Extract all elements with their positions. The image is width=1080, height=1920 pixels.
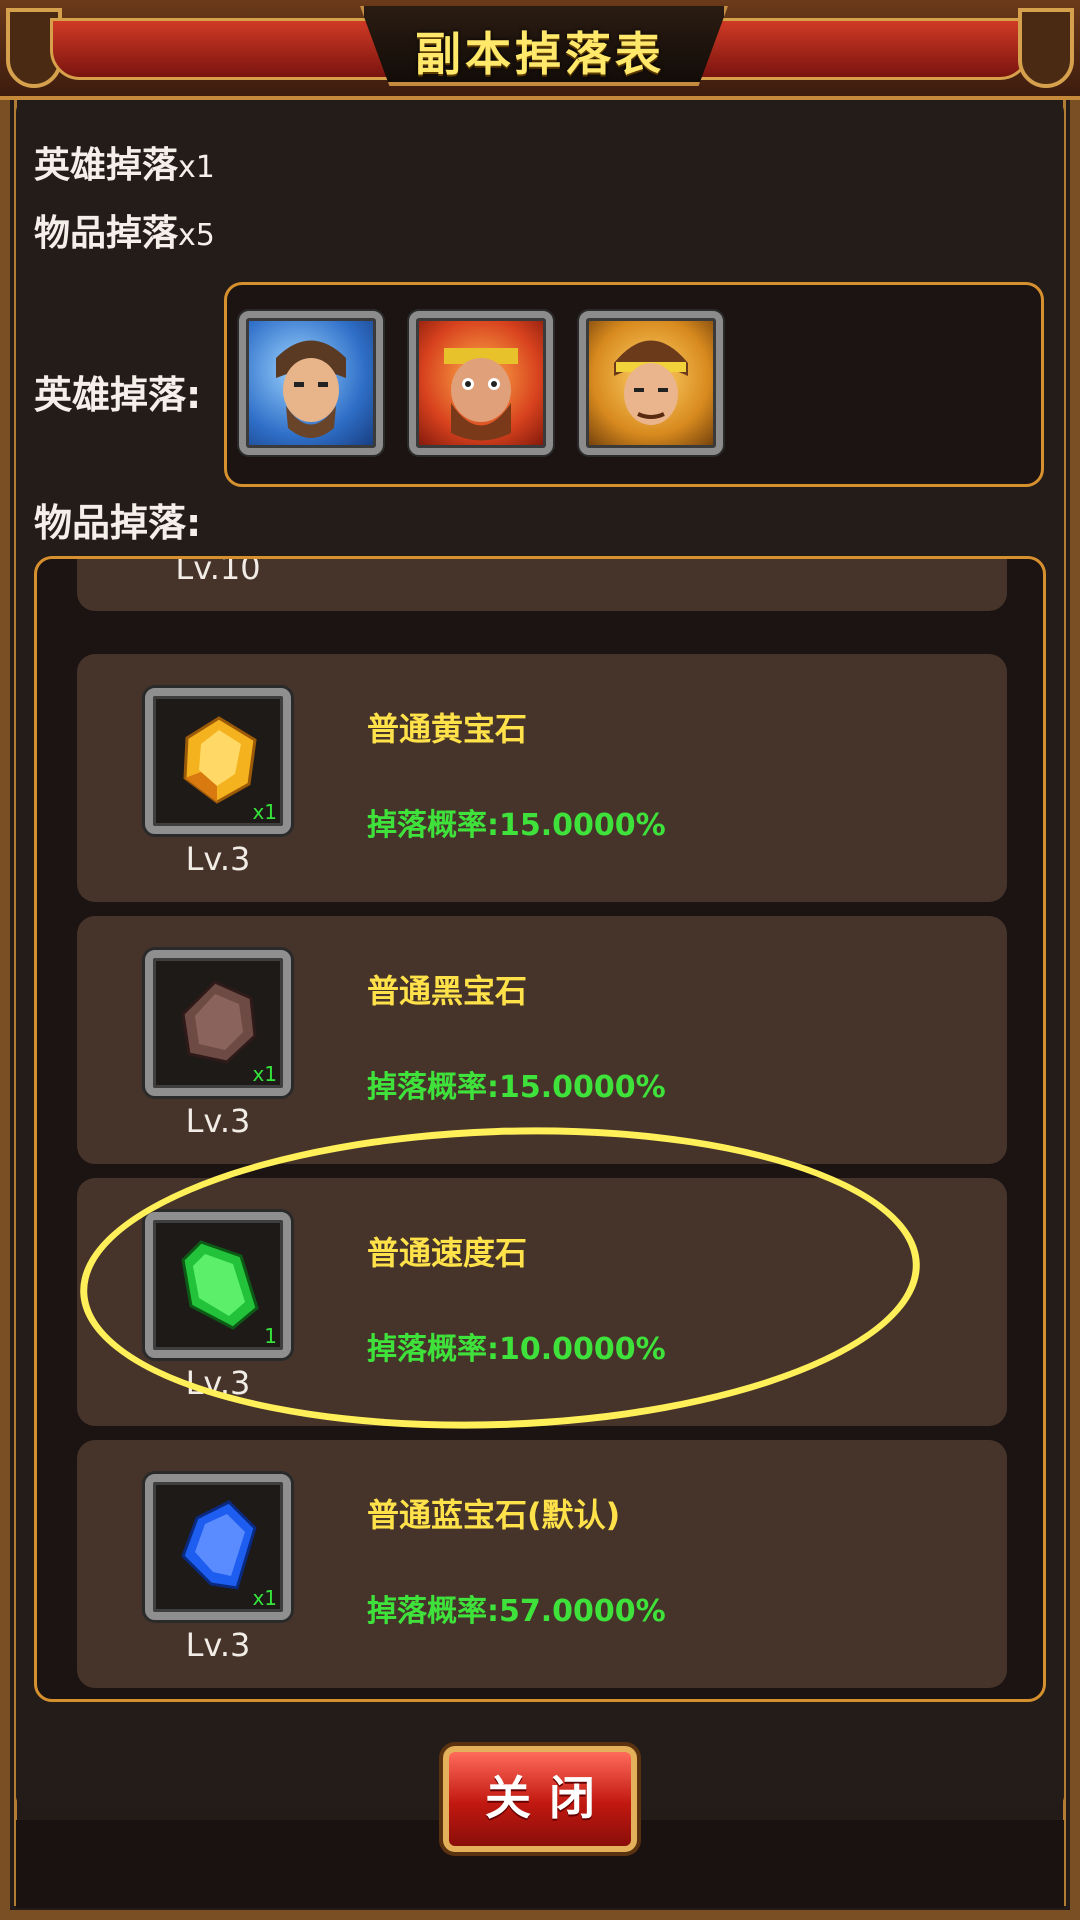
title-ribbon-left	[50, 18, 396, 80]
item-level: Lv.3	[185, 1102, 251, 1140]
hero-portrait-icon	[614, 340, 688, 425]
item-quantity: x1	[252, 1062, 277, 1086]
list-item-drop[interactable]: x1 Lv.3 普通蓝宝石(默认) 掉落概率:57.0000%	[77, 1440, 1007, 1688]
hero-portrait-icon	[444, 348, 518, 441]
item-level: Lv.10	[175, 556, 261, 587]
close-button[interactable]: 关闭	[443, 1746, 637, 1852]
yellow-gem-icon	[183, 716, 257, 804]
item-quantity: x1	[252, 800, 277, 824]
item-drop-rate: 掉落概率:57.0000%	[367, 1594, 666, 1629]
item-drop-summary: 物品掉落x5	[34, 204, 215, 256]
item-slot[interactable]: x1	[145, 1474, 291, 1620]
hero-section-label: 英雄掉落:	[34, 373, 202, 417]
hero-drop-summary-count: x1	[178, 150, 215, 185]
hero-slot-2[interactable]	[409, 311, 553, 455]
item-slot[interactable]: x1	[145, 688, 291, 834]
hero-slot-1[interactable]	[239, 311, 383, 455]
hero-drop-summary-label: 英雄掉落	[34, 145, 179, 186]
item-quantity: x1	[252, 1586, 277, 1610]
hero-portrait-icon	[276, 340, 346, 438]
item-level: Lv.3	[185, 840, 251, 878]
item-section-label: 物品掉落:	[34, 501, 202, 545]
item-level: Lv.3	[185, 1626, 251, 1664]
list-item-drop[interactable]: x1 Lv.3 普通黄宝石 掉落概率:15.0000%	[77, 654, 1007, 902]
item-drop-summary-count: x5	[178, 218, 215, 253]
title-ribbon-right	[684, 18, 1030, 80]
dialog-title: 副本掉落表	[415, 27, 665, 81]
hero-drop-box	[224, 282, 1044, 487]
title-bar: 副本掉落表	[0, 0, 1080, 100]
hero-drop-summary: 英雄掉落x1	[34, 136, 215, 188]
item-slot[interactable]: x1	[145, 950, 291, 1096]
item-drop-summary-label: 物品掉落	[34, 213, 179, 254]
black-gem-icon	[181, 980, 257, 1064]
corner-ornament-right	[1018, 8, 1074, 88]
item-name: 普通蓝宝石(默认)	[367, 1496, 621, 1534]
list-item-drop[interactable]: Lv.10	[77, 556, 1007, 611]
item-name: 普通黑宝石	[367, 972, 528, 1010]
blue-gem-icon	[181, 1500, 257, 1590]
item-drop-rate: 掉落概率:15.0000%	[367, 808, 666, 843]
item-drop-rate: 掉落概率:15.0000%	[367, 1070, 666, 1105]
hero-slot-3[interactable]	[579, 311, 723, 455]
item-name: 普通黄宝石	[367, 710, 528, 748]
